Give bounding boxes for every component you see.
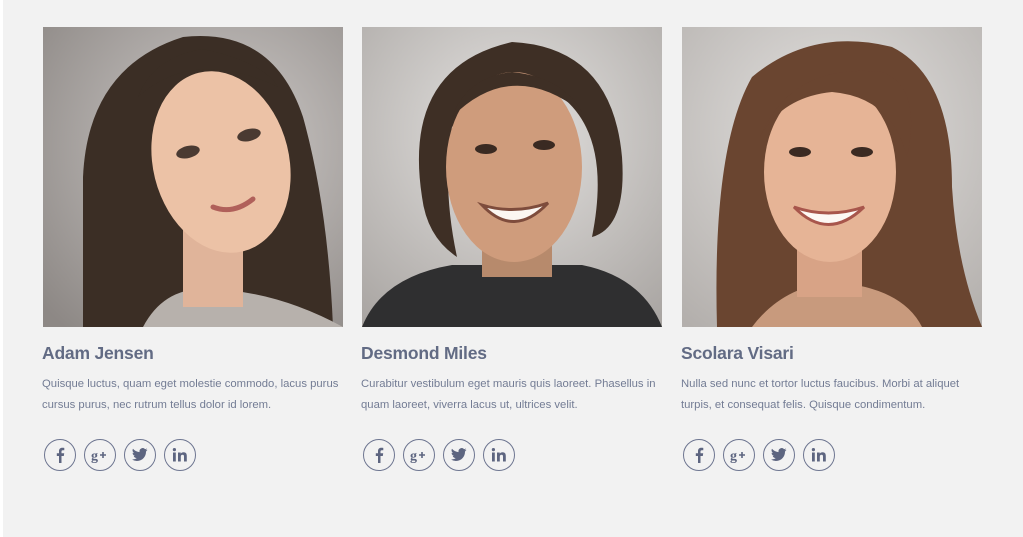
facebook-icon[interactable] bbox=[363, 439, 395, 471]
team-member-photo bbox=[43, 27, 343, 327]
linkedin-icon[interactable] bbox=[803, 439, 835, 471]
linkedin-icon[interactable] bbox=[483, 439, 515, 471]
team-member-name: Scolara Visari bbox=[681, 343, 794, 363]
twitter-icon[interactable] bbox=[763, 439, 795, 471]
social-links: g bbox=[683, 439, 984, 471]
team-member-photo bbox=[682, 27, 982, 327]
team-member-description: Curabitur vestibulum eget mauris quis la… bbox=[361, 378, 656, 411]
google-plus-icon[interactable]: g bbox=[723, 439, 755, 471]
team-member-name: Desmond Miles bbox=[361, 343, 487, 363]
linkedin-icon[interactable] bbox=[164, 439, 196, 471]
social-links: g bbox=[44, 439, 345, 471]
twitter-icon[interactable] bbox=[124, 439, 156, 471]
google-plus-icon[interactable]: g bbox=[403, 439, 435, 471]
team-member-card: Desmond Miles Curabitur vestibulum eget … bbox=[361, 27, 664, 471]
team-member-description: Nulla sed nunc et tortor luctus faucibus… bbox=[681, 378, 960, 411]
facebook-icon[interactable] bbox=[44, 439, 76, 471]
team-member-description: Quisque luctus, quam eget molestie commo… bbox=[42, 378, 339, 411]
google-plus-icon[interactable]: g bbox=[84, 439, 116, 471]
team-member-name: Adam Jensen bbox=[42, 343, 154, 363]
team-section: Adam Jensen Quisque luctus, quam eget mo… bbox=[3, 0, 1023, 537]
team-member-card: Adam Jensen Quisque luctus, quam eget mo… bbox=[42, 27, 345, 471]
team-member-card: Scolara Visari Nulla sed nunc et tortor … bbox=[681, 27, 984, 471]
svg-text:g: g bbox=[730, 449, 737, 463]
svg-text:g: g bbox=[410, 449, 417, 463]
team-member-photo bbox=[362, 27, 662, 327]
twitter-icon[interactable] bbox=[443, 439, 475, 471]
facebook-icon[interactable] bbox=[683, 439, 715, 471]
social-links: g bbox=[363, 439, 664, 471]
svg-text:g: g bbox=[91, 449, 98, 463]
